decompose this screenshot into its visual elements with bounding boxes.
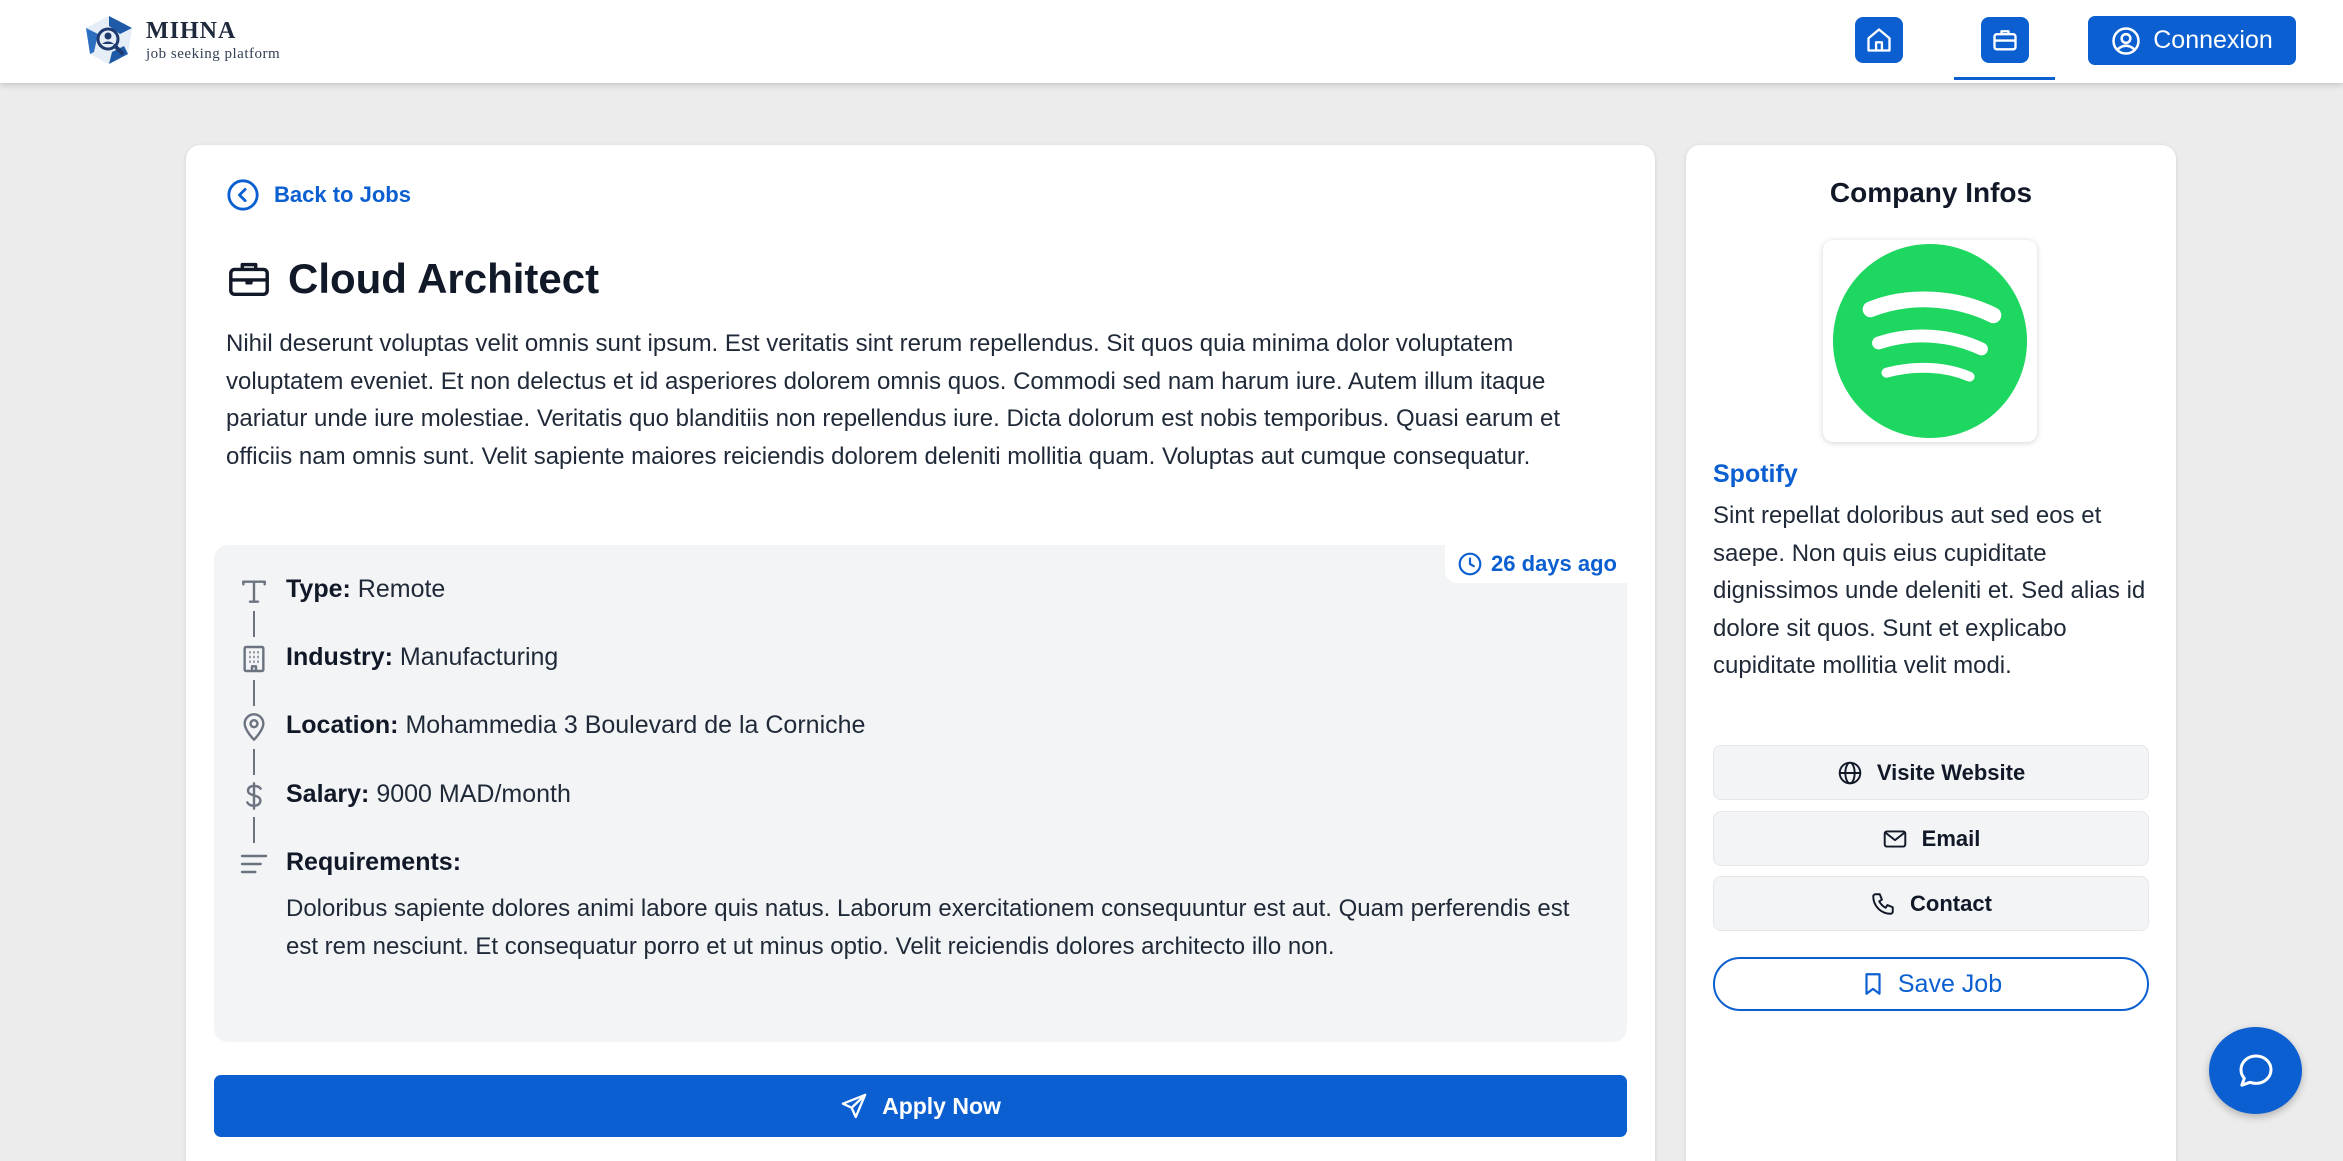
brand-logo-icon: [86, 16, 132, 64]
company-description: Sint repellat doloribus aut sed eos et s…: [1713, 502, 2146, 679]
user-circle-icon: [2112, 26, 2140, 55]
save-job-button[interactable]: Save Job: [1713, 957, 2149, 1011]
detail-location-value: Mohammedia 3 Boulevard de la Corniche: [405, 711, 866, 739]
send-icon: [841, 1093, 867, 1119]
timeline-connector: [253, 611, 255, 637]
detail-type-value: Remote: [357, 575, 446, 603]
posted-time-label: 26 days ago: [1491, 551, 1617, 576]
job-detail-card: Back to Jobs Cloud Architect Nihil deser…: [186, 145, 1655, 1161]
mail-icon: [1883, 829, 1906, 848]
job-title-row: Cloud Architect: [226, 255, 599, 303]
clock-icon: [1458, 552, 1482, 576]
spotify-logo-icon: [1832, 243, 2028, 439]
detail-type-label: Type:: [286, 575, 351, 603]
contact-label: Contact: [1910, 890, 1992, 916]
brand-logo[interactable]: MIHNA job seeking platform: [80, 12, 280, 68]
detail-location-label: Location:: [286, 711, 399, 739]
timeline-connector: [253, 749, 255, 775]
job-description: Nihil deserunt voluptas velit omnis sunt…: [226, 330, 1561, 470]
detail-requirements-value: Doloribus sapiente dolores animi labore …: [286, 895, 1570, 960]
briefcase-icon: [1993, 30, 2017, 51]
timeline-connector: [253, 817, 255, 843]
apply-now-button[interactable]: Apply Now: [214, 1075, 1627, 1137]
detail-type: Type: Remote: [286, 575, 445, 604]
bookmark-icon: [1865, 973, 1881, 995]
brand-tagline: job seeking platform: [146, 45, 281, 62]
login-button[interactable]: Connexion: [2088, 16, 2296, 65]
job-title: Cloud Architect: [288, 255, 600, 302]
brand-text: MIHNA job seeking platform: [146, 19, 280, 62]
email-button[interactable]: Email: [1713, 811, 2149, 866]
chevron-left-circle-icon: [227, 179, 259, 211]
timeline-connector: [253, 680, 255, 706]
login-button-label: Connexion: [2153, 26, 2273, 54]
chat-button[interactable]: [2209, 1027, 2302, 1114]
back-to-jobs-link[interactable]: Back to Jobs: [226, 178, 411, 212]
contact-button[interactable]: Contact: [1713, 876, 2149, 931]
top-navbar: MIHNA job seeking platform Connexion: [0, 0, 2343, 83]
company-name-link[interactable]: Spotify: [1713, 460, 1798, 489]
nav-home-button[interactable]: [1855, 17, 1903, 63]
detail-location: Location: Mohammedia 3 Boulevard de la C…: [286, 711, 865, 740]
detail-requirements-label: Requirements:: [286, 848, 462, 876]
job-details-panel: 26 days ago Type: Remote Industry: Manuf…: [214, 545, 1627, 1042]
chat-bubble-icon: [2239, 1054, 2272, 1087]
detail-salary: Salary: 9000 MAD/month: [286, 780, 571, 809]
brand-name: MIHNA: [146, 17, 237, 44]
globe-icon: [1838, 761, 1862, 784]
detail-industry-value: Manufacturing: [399, 643, 559, 671]
posted-time-badge: 26 days ago: [1445, 545, 1627, 583]
briefcase-icon: [229, 262, 269, 297]
detail-salary-value: 9000 MAD/month: [376, 780, 571, 808]
detail-requirements: Requirements:: [286, 848, 461, 877]
save-job-label: Save Job: [1897, 969, 2003, 998]
phone-icon: [1872, 892, 1894, 915]
text-type-icon: [242, 580, 266, 603]
dollar-icon: [246, 782, 262, 810]
detail-industry-label: Industry:: [286, 643, 393, 671]
nav-active-indicator: [1954, 77, 2055, 80]
back-to-jobs-label: Back to Jobs: [274, 182, 411, 207]
apply-now-label: Apply Now: [882, 1092, 1001, 1119]
detail-industry: Industry: Manufacturing: [286, 643, 558, 672]
align-left-icon: [240, 854, 268, 874]
company-info-card: Company Infos Spotify Sint repellat dolo…: [1686, 145, 2176, 1161]
nav-jobs-button[interactable]: [1981, 17, 2029, 63]
building-icon: [243, 645, 265, 673]
company-logo: [1823, 240, 2037, 442]
map-pin-icon: [243, 713, 265, 741]
company-info-heading: Company Infos: [1829, 177, 2033, 208]
detail-salary-label: Salary:: [286, 780, 370, 808]
home-icon: [1867, 28, 1891, 52]
visit-website-label: Visite Website: [1876, 759, 2026, 785]
visit-website-button[interactable]: Visite Website: [1713, 745, 2149, 800]
email-label: Email: [1921, 825, 1981, 851]
